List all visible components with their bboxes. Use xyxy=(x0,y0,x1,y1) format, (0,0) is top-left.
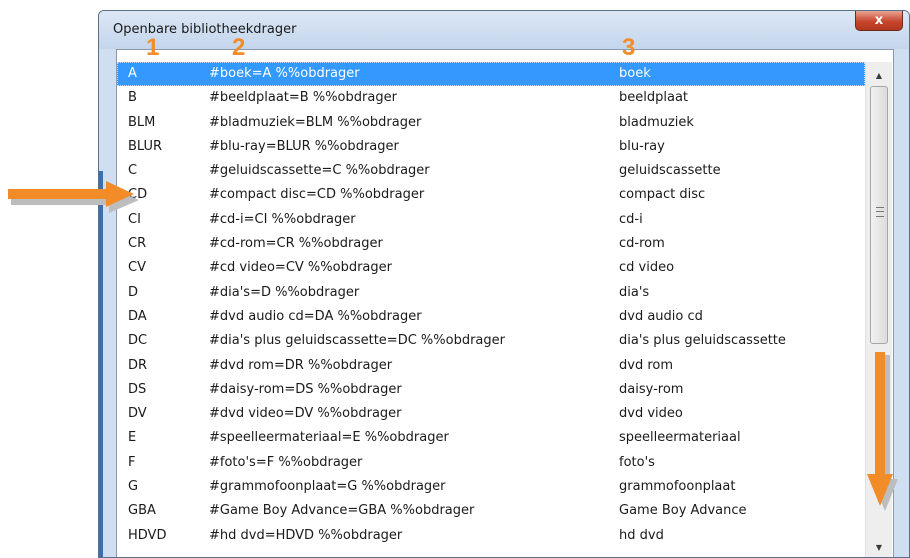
list-item-code: DC xyxy=(128,333,148,349)
frame-edge xyxy=(99,171,103,557)
list-item-code: DS xyxy=(128,381,147,397)
list-item[interactable]: HDVD #hd dvd=HDVD %%obdrager hd dvd xyxy=(117,524,865,548)
list-item-description: hd dvd xyxy=(619,527,664,543)
scroll-up-arrow-icon: ▲ xyxy=(875,70,883,80)
list-item-expression: #dia's=D %%obdrager xyxy=(209,284,360,300)
list-item-expression: #boek=A %%obdrager xyxy=(209,66,360,81)
carrier-list[interactable]: A #boek=A %%obdrager boek B #beeldplaat=B %%… xyxy=(116,49,894,557)
list-item[interactable]: E #speelleermateriaal=E %%obdrager speelle… xyxy=(117,426,865,450)
list-item-expression: #grammofoonplaat=G %%obdrager xyxy=(209,479,446,495)
list-rows: A #boek=A %%obdrager boek B #beeldplaat=B %%… xyxy=(117,62,865,548)
list-item-expression: #speelleermateriaal=E %%obdrager xyxy=(209,430,449,446)
list-item-expression: #beeldplaat=B %%obdrager xyxy=(209,90,397,106)
window-title: Openbare bibliotheekdrager xyxy=(113,22,297,37)
close-button[interactable]: x xyxy=(855,11,903,31)
list-item-expression: #hd dvd=HDVD %%obdrager xyxy=(209,527,403,543)
column-marker-2: 2 xyxy=(232,34,246,61)
down-arrow-icon xyxy=(867,352,898,511)
list-item-expression: #daisy-rom=DS %%obdrager xyxy=(209,381,402,397)
list-item[interactable]: DA #dvd audio cd=DA %%obdrager dvd audio c… xyxy=(117,305,865,329)
list-item[interactable]: DV #dvd video=DV %%obdrager dvd video xyxy=(117,402,865,426)
right-arrow-icon xyxy=(8,181,139,213)
list-item-description: speelleermateriaal xyxy=(619,430,741,446)
list-item-description: dvd video xyxy=(619,406,683,422)
list-item-description: cd video xyxy=(619,260,675,276)
list-item-expression: #dvd audio cd=DA %%obdrager xyxy=(209,308,422,324)
list-item[interactable]: A #boek=A %%obdrager boek xyxy=(117,62,865,87)
list-item-code: B xyxy=(128,90,137,106)
list-item-code: A xyxy=(128,66,137,81)
list-item-code: GBA xyxy=(128,503,156,519)
scroll-down-arrow-icon: ▼ xyxy=(875,542,883,552)
list-item-code: DV xyxy=(128,406,147,422)
list-item-expression: #blu-ray=BLUR %%obdrager xyxy=(209,138,399,154)
list-item[interactable]: D #dia's=D %%obdrager dia's xyxy=(117,281,865,305)
list-item-description: compact disc xyxy=(619,187,706,203)
list-item-expression: #compact disc=CD %%obdrager xyxy=(209,187,425,203)
dialog-window: Openbare bibliotheekdrager x A #boek=A %%… xyxy=(98,10,910,558)
list-item[interactable]: F #foto's=F %%obdrager foto's xyxy=(117,451,865,475)
list-item-expression: #geluidscassette=C %%obdrager xyxy=(209,163,430,179)
list-item-code: D xyxy=(128,284,139,300)
list-item-description: cd-i xyxy=(619,211,643,227)
list-item[interactable]: DS #daisy-rom=DS %%obdrager daisy-rom xyxy=(117,378,865,402)
list-item-description: daisy-rom xyxy=(619,381,684,397)
list-item-description: dia's xyxy=(619,284,650,300)
list-item-expression: #dvd video=DV %%obdrager xyxy=(209,406,402,422)
list-item-description: geluidscassette xyxy=(619,163,721,179)
list-item-description: blu-ray xyxy=(619,138,665,154)
list-item-description: cd-rom xyxy=(619,236,665,252)
column-marker-3: 3 xyxy=(622,34,636,61)
list-item[interactable]: CV #cd video=CV %%obdrager cd video xyxy=(117,256,865,280)
list-item-code: DR xyxy=(128,357,148,373)
list-item-description: dvd rom xyxy=(619,357,674,373)
list-item[interactable]: DR #dvd rom=DR %%obdrager dvd rom xyxy=(117,354,865,378)
list-item[interactable]: CD #compact disc=CD %%obdrager compact dis… xyxy=(117,183,865,207)
title-bar[interactable]: Openbare bibliotheekdrager x xyxy=(99,11,909,49)
list-item-description: beeldplaat xyxy=(619,90,689,106)
list-item-expression: #cd-rom=CR %%obdrager xyxy=(209,236,383,252)
list-item-expression: #dvd rom=DR %%obdrager xyxy=(209,357,393,373)
list-item-code: CR xyxy=(128,236,147,252)
list-item-description: dvd audio cd xyxy=(619,308,703,324)
scroll-down-button[interactable]: ▼ xyxy=(866,536,892,557)
list-item-description: bladmuziek xyxy=(619,114,694,130)
list-item-code: BLUR xyxy=(128,138,163,154)
list-item-code: DA xyxy=(128,308,147,324)
list-item[interactable]: BLUR #blu-ray=BLUR %%obdrager blu-ray xyxy=(117,135,865,159)
grip-icon xyxy=(876,207,884,217)
list-item-expression: #dia's plus geluidscassette=DC %%obdrage… xyxy=(209,333,505,349)
list-item[interactable]: BLM #bladmuziek=BLM %%obdrager bladmuziek xyxy=(117,111,865,135)
list-item-description: dia's plus geluidscassette xyxy=(619,333,786,349)
list-item-code: BLM xyxy=(128,114,156,130)
list-item-expression: #cd-i=CI %%obdrager xyxy=(209,211,356,227)
list-item-description: Game Boy Advance xyxy=(619,503,747,519)
list-item[interactable]: B #beeldplaat=B %%obdrager beeldplaat xyxy=(117,86,865,110)
list-item[interactable]: DC #dia's plus geluidscassette=DC %%obdra… xyxy=(117,329,865,353)
list-item-expression: #cd video=CV %%obdrager xyxy=(209,260,392,276)
list-item[interactable]: G #grammofoonplaat=G %%obdrager grammofoon… xyxy=(117,475,865,499)
scroll-up-button[interactable]: ▲ xyxy=(866,64,892,86)
list-item-expression: #foto's=F %%obdrager xyxy=(209,454,363,470)
scrollbar-thumb[interactable] xyxy=(870,86,888,344)
list-item-code: G xyxy=(128,479,139,495)
list-item-code: E xyxy=(128,430,137,446)
list-item[interactable]: GBA #Game Boy Advance=GBA %%obdrager Game … xyxy=(117,499,865,523)
close-icon: x xyxy=(874,13,884,28)
list-item-description: grammofoonplaat xyxy=(619,479,736,495)
list-item-description: boek xyxy=(619,66,651,81)
column-marker-1: 1 xyxy=(146,34,160,61)
list-item[interactable]: CI #cd-i=CI %%obdrager cd-i xyxy=(117,208,865,232)
list-item-code: CV xyxy=(128,260,146,276)
list-item-code: F xyxy=(128,454,136,470)
list-item[interactable]: CR #cd-rom=CR %%obdrager cd-rom xyxy=(117,232,865,256)
list-item-expression: #bladmuziek=BLM %%obdrager xyxy=(209,114,422,130)
list-item-description: foto's xyxy=(619,454,655,470)
list-item-expression: #Game Boy Advance=GBA %%obdrager xyxy=(209,503,475,519)
list-item-code: HDVD xyxy=(128,527,167,543)
list-item[interactable]: C #geluidscassette=C %%obdrager geluidscas… xyxy=(117,159,865,183)
